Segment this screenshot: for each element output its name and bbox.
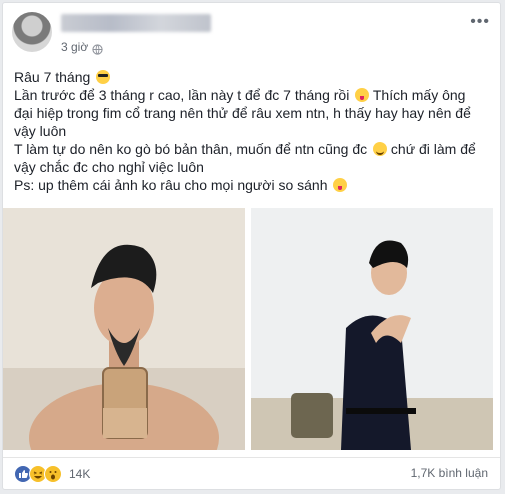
post-line-1: Râu 7 tháng bbox=[14, 68, 494, 86]
globe-icon bbox=[92, 42, 103, 55]
post-meta: 3 giờ bbox=[61, 40, 103, 55]
tongue-emoji-icon bbox=[333, 178, 348, 192]
post-line-6: vậy chắc đc cho nghỉ việc luôn bbox=[14, 159, 204, 175]
post-line-7: Ps: up thêm cái ảnh ko râu cho mọi người… bbox=[14, 176, 494, 194]
author-name-blurred[interactable] bbox=[61, 14, 211, 32]
reaction-count[interactable]: 14K bbox=[69, 467, 90, 481]
footer-divider bbox=[3, 457, 500, 458]
wow-icon bbox=[44, 465, 62, 483]
post-line-5: T làm tự do nên ko gò bó bản thân, muốn … bbox=[14, 141, 476, 157]
post-line-2: Lần trước để 3 tháng r cao, lần này t để… bbox=[14, 87, 466, 103]
more-options-icon[interactable]: ••• bbox=[470, 13, 490, 31]
post-time[interactable]: 3 giờ bbox=[61, 40, 88, 54]
post-line-3: đại hiệp trong fim cổ trang nên thử để r… bbox=[14, 105, 471, 121]
author-avatar[interactable] bbox=[12, 12, 52, 52]
smile-emoji-icon bbox=[373, 142, 388, 156]
post-card: 3 giờ ••• Râu 7 tháng Lần trước để 3 thá… bbox=[2, 2, 501, 490]
post-body: Râu 7 tháng Lần trước để 3 tháng r cao, … bbox=[14, 68, 494, 194]
post-line-4: vậy luôn bbox=[14, 123, 67, 139]
cool-emoji-icon bbox=[96, 70, 111, 84]
photo-grid bbox=[3, 208, 500, 450]
reaction-summary[interactable]: 14K bbox=[14, 465, 90, 483]
photo-with-beard[interactable] bbox=[3, 208, 245, 450]
tongue-emoji-icon bbox=[355, 88, 370, 102]
comment-count-link[interactable]: 1,7K bình luận bbox=[411, 466, 488, 480]
photo-without-beard[interactable] bbox=[251, 208, 493, 450]
